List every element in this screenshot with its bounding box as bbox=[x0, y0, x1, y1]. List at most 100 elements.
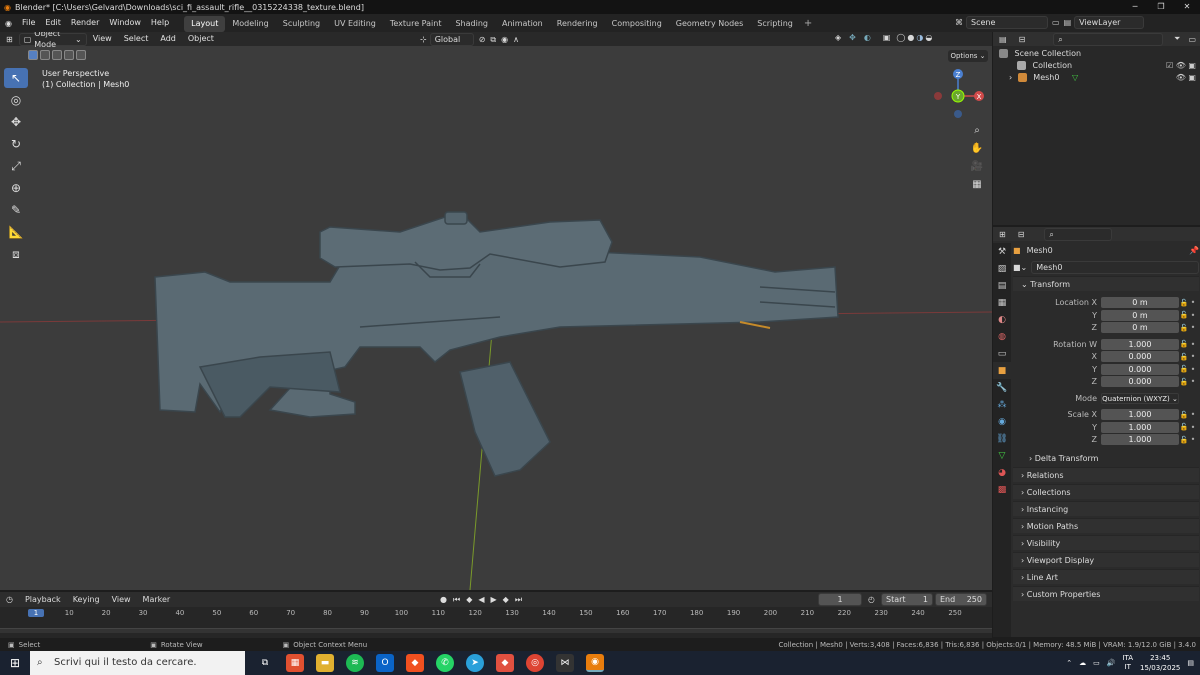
gizmo-toggle-icon[interactable]: ✥ bbox=[849, 33, 856, 42]
tab-layout[interactable]: Layout bbox=[184, 15, 226, 32]
lock-icon[interactable]: 🔓 bbox=[1179, 365, 1189, 373]
outliner-object-mesh0[interactable]: › Mesh0 ▽ 👁 ▣ bbox=[993, 72, 1200, 84]
lock-icon[interactable]: 🔓 bbox=[1179, 378, 1189, 386]
select-new-icon[interactable] bbox=[28, 50, 38, 60]
object-tab-icon[interactable]: ■ bbox=[993, 362, 1011, 379]
record-icon[interactable]: ● bbox=[440, 595, 447, 604]
next-keyframe-icon[interactable]: ◆ bbox=[503, 595, 509, 604]
rotation-y-field[interactable]: 0.000 bbox=[1101, 363, 1179, 375]
chrome-icon[interactable]: ◎ bbox=[526, 654, 544, 672]
keyframe-dot-icon[interactable]: • bbox=[1189, 410, 1197, 419]
transform-tool-icon[interactable]: ⊕ bbox=[4, 178, 28, 198]
relations-section-header[interactable]: › Relations bbox=[1013, 466, 1199, 482]
tab-shading[interactable]: Shading bbox=[448, 16, 495, 32]
line-art-section-header[interactable]: › Line Art bbox=[1013, 568, 1199, 584]
lock-icon[interactable]: 🔓 bbox=[1179, 324, 1189, 332]
pivot-icon[interactable]: ⊘ bbox=[479, 35, 486, 44]
annotate-tool-icon[interactable]: ✎ bbox=[4, 200, 28, 220]
scene-tab-icon[interactable]: ◐ bbox=[993, 311, 1011, 328]
rotation-mode-dropdown[interactable]: Quaternion (WXYZ) ⌄ bbox=[1101, 392, 1179, 404]
outliner-collection[interactable]: Collection ☑ 👁 ▣ bbox=[993, 60, 1200, 72]
expand-arrow-icon[interactable]: › bbox=[1009, 73, 1012, 82]
tab-sculpting[interactable]: Sculpting bbox=[276, 16, 327, 32]
world-tab-icon[interactable]: ◍ bbox=[993, 328, 1011, 345]
keyframe-dot-icon[interactable]: • bbox=[1189, 377, 1197, 386]
lock-icon[interactable]: 🔓 bbox=[1179, 411, 1189, 419]
cloud-icon[interactable]: ☁ bbox=[1079, 659, 1086, 667]
taskbar-search-input[interactable]: ⌕ Scrivi qui il testo da cercare. bbox=[30, 651, 245, 675]
location-x-field[interactable]: 0 m bbox=[1101, 297, 1179, 308]
orientation-icon[interactable]: ⊹ bbox=[420, 35, 427, 44]
end-frame-field[interactable]: End 250 bbox=[934, 593, 987, 606]
keyframe-dot-icon[interactable]: • bbox=[1189, 435, 1197, 444]
lock-icon[interactable]: 🔓 bbox=[1179, 311, 1189, 319]
language-indicator[interactable]: ITA IT bbox=[1122, 654, 1133, 672]
outliner-editor-icon[interactable]: ▤ bbox=[993, 35, 1013, 44]
lock-icon[interactable]: 🔓 bbox=[1179, 436, 1189, 444]
3d-viewport[interactable]: ⊞ ▢ Object Mode ⌄ View Select Add Object… bbox=[0, 32, 992, 590]
options-dropdown[interactable]: Options ⌄ bbox=[948, 50, 988, 62]
tab-scripting[interactable]: Scripting bbox=[750, 16, 800, 32]
whatsapp-icon[interactable]: ✆ bbox=[436, 654, 454, 672]
blender-menu-icon[interactable]: ◉ bbox=[0, 19, 17, 28]
tab-uv-editing[interactable]: UV Editing bbox=[327, 16, 383, 32]
rotation-z-field[interactable]: 0.000 bbox=[1101, 376, 1179, 387]
keyframe-dot-icon[interactable]: • bbox=[1189, 365, 1197, 374]
rotation-w-field[interactable]: 1.000 bbox=[1101, 338, 1179, 350]
object-mode-dropdown[interactable]: ▢ Object Mode ⌄ bbox=[18, 32, 87, 49]
zoom-icon[interactable]: ⌕ bbox=[970, 124, 984, 138]
material-tab-icon[interactable]: ◕ bbox=[993, 464, 1011, 481]
menu-object[interactable]: Object bbox=[182, 32, 220, 46]
viewlayer-selector[interactable]: ViewLayer bbox=[1074, 16, 1145, 29]
texture-tab-icon[interactable]: ▩ bbox=[993, 481, 1011, 498]
task-view-icon[interactable]: ⧉ bbox=[256, 654, 274, 672]
visibility-section-header[interactable]: › Visibility bbox=[1013, 534, 1199, 550]
menu-keying[interactable]: Keying bbox=[67, 592, 106, 607]
object-datablock-icon[interactable]: ■⌄ bbox=[1013, 263, 1027, 272]
navigation-gizmo[interactable]: Z Y X bbox=[928, 66, 988, 126]
select-box-tool-icon[interactable]: ↖ bbox=[4, 68, 28, 88]
wireframe-shading-icon[interactable]: ◯ bbox=[896, 33, 905, 42]
grid-view-icon[interactable]: ▦ bbox=[970, 178, 984, 192]
render-tab-icon[interactable]: ▨ bbox=[993, 260, 1011, 277]
overlay-toggle-icon[interactable]: ◐ bbox=[864, 33, 871, 42]
menu-window[interactable]: Window bbox=[104, 14, 146, 32]
spotify-icon[interactable]: ≋ bbox=[346, 654, 364, 672]
view-layer-tab-icon[interactable]: ▦ bbox=[993, 294, 1011, 311]
location-z-field[interactable]: 0 m bbox=[1101, 322, 1179, 333]
brave-icon[interactable]: ◆ bbox=[406, 654, 424, 672]
select-intersect-icon[interactable] bbox=[76, 50, 86, 60]
select-invert-icon[interactable] bbox=[64, 50, 74, 60]
output-tab-icon[interactable]: ▤ bbox=[993, 277, 1011, 294]
menu-view[interactable]: View bbox=[87, 32, 118, 46]
custom-properties-section-header[interactable]: › Custom Properties bbox=[1013, 585, 1199, 601]
tab-geometry-nodes[interactable]: Geometry Nodes bbox=[669, 16, 750, 32]
menu-playback[interactable]: Playback bbox=[19, 592, 67, 607]
scale-x-field[interactable]: 1.000 bbox=[1101, 409, 1179, 420]
motion-paths-section-header[interactable]: › Motion Paths bbox=[1013, 517, 1199, 533]
notifications-icon[interactable]: ▤ bbox=[1187, 659, 1194, 667]
clock[interactable]: 23:45 15/03/2025 bbox=[1140, 653, 1180, 673]
add-cube-tool-icon[interactable]: ⧈ bbox=[4, 244, 28, 264]
outlook-icon[interactable]: O bbox=[376, 654, 394, 672]
object-name-field[interactable]: Mesh0 bbox=[1031, 260, 1199, 274]
solid-shading-icon[interactable]: ● bbox=[907, 33, 914, 42]
clock-icon[interactable]: ◴ bbox=[868, 595, 875, 604]
collection-tab-icon[interactable]: ▭ bbox=[993, 345, 1011, 362]
tab-compositing[interactable]: Compositing bbox=[605, 16, 669, 32]
current-frame-field[interactable]: 1 bbox=[818, 593, 862, 606]
transform-section-header[interactable]: ⌄ Transform bbox=[1013, 276, 1199, 291]
windows-start-icon[interactable]: ⊞ bbox=[0, 656, 30, 670]
proportional-edit-icon[interactable]: ◉ bbox=[501, 35, 508, 44]
tab-modeling[interactable]: Modeling bbox=[225, 16, 275, 32]
network-icon[interactable]: ▭ bbox=[1093, 659, 1100, 667]
cursor-tool-icon[interactable]: ◎ bbox=[4, 90, 28, 110]
properties-display-icon[interactable]: ⊟ bbox=[1012, 230, 1031, 239]
lock-icon[interactable]: 🔓 bbox=[1179, 299, 1189, 307]
play-icon[interactable]: ▶ bbox=[491, 595, 497, 604]
falloff-icon[interactable]: ∧ bbox=[513, 35, 519, 44]
new-scene-icon[interactable]: ▭ bbox=[1052, 18, 1060, 27]
menu-select[interactable]: Select bbox=[118, 32, 155, 46]
brave-beta-icon[interactable]: ◆ bbox=[496, 654, 514, 672]
play-reverse-icon[interactable]: ◀ bbox=[478, 595, 484, 604]
